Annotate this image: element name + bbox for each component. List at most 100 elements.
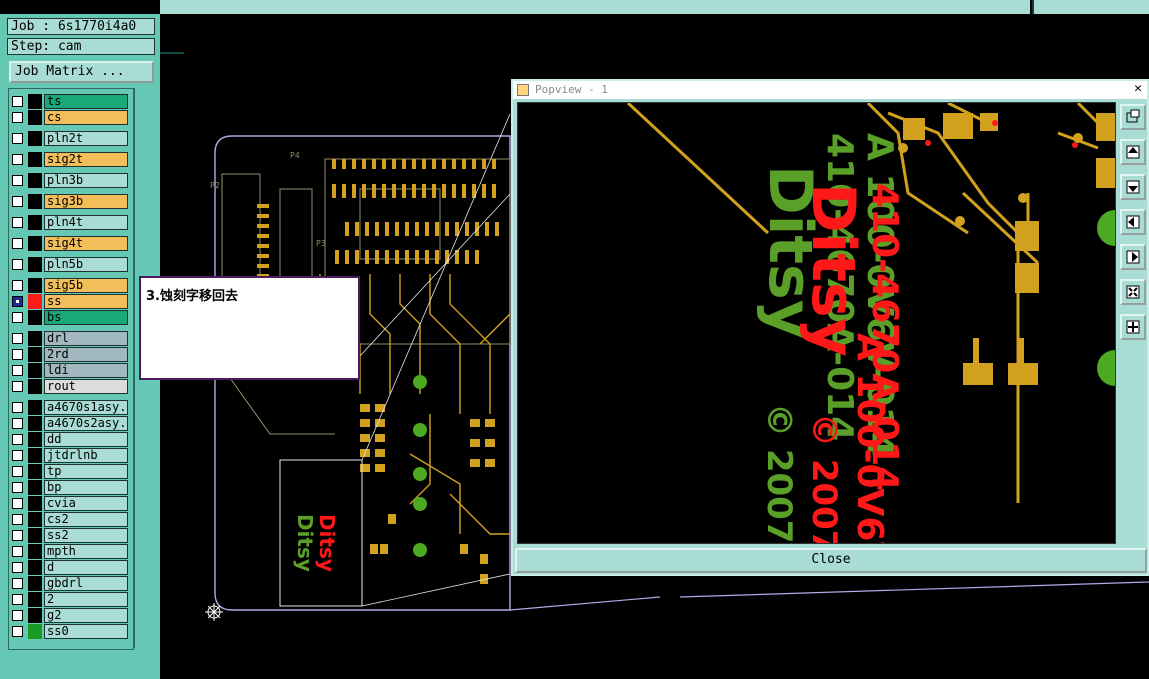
layer-color-swatch[interactable] (28, 331, 42, 346)
pan-left-icon[interactable] (1120, 209, 1146, 235)
layer-color-swatch[interactable] (28, 480, 42, 495)
layer-row[interactable]: dd (10, 432, 128, 447)
layer-color-swatch[interactable] (28, 347, 42, 362)
layer-name[interactable]: cvia (44, 496, 128, 511)
layer-name[interactable]: bp (44, 480, 128, 495)
layer-name[interactable]: rout (44, 379, 128, 394)
layer-color-swatch[interactable] (28, 624, 42, 639)
layer-row[interactable]: 2 (10, 592, 128, 607)
zoom-in-icon[interactable] (1120, 314, 1146, 340)
layer-row[interactable]: g2 (10, 608, 128, 623)
layer-checkbox[interactable] (12, 312, 23, 323)
layer-name[interactable]: sig4t (44, 236, 128, 251)
layer-checkbox[interactable] (12, 546, 23, 557)
layer-row[interactable]: 2rd (10, 347, 128, 362)
layer-color-swatch[interactable] (28, 110, 42, 125)
layer-name[interactable]: pln5b (44, 257, 128, 272)
layer-checkbox[interactable] (12, 349, 23, 360)
layer-color-swatch[interactable] (28, 592, 42, 607)
layer-checkbox[interactable] (12, 514, 23, 525)
layer-color-swatch[interactable] (28, 310, 42, 325)
layer-row[interactable]: d (10, 560, 128, 575)
layer-name[interactable]: sig5b (44, 278, 128, 293)
layer-checkbox[interactable] (12, 594, 23, 605)
layer-checkbox[interactable] (12, 381, 23, 392)
layer-row[interactable]: pln3b (10, 173, 128, 188)
layer-name[interactable]: ss2 (44, 528, 128, 543)
layer-name[interactable]: pln4t (44, 215, 128, 230)
layer-checkbox[interactable] (12, 530, 23, 541)
layer-row[interactable]: ldi (10, 363, 128, 378)
layer-color-swatch[interactable] (28, 278, 42, 293)
layer-name[interactable]: jtdrlnb (44, 448, 128, 463)
layer-row[interactable]: cs2 (10, 512, 128, 527)
layer-row[interactable]: ss (10, 294, 128, 309)
layer-row[interactable]: ss0 (10, 624, 128, 639)
layer-name[interactable]: 2 (44, 592, 128, 607)
layer-name[interactable]: sig2t (44, 152, 128, 167)
layer-row[interactable]: ts (10, 94, 128, 109)
layer-color-swatch[interactable] (28, 94, 42, 109)
layer-color-swatch[interactable] (28, 400, 42, 415)
layer-checkbox[interactable] (12, 154, 23, 165)
zoom-out-icon[interactable] (1120, 279, 1146, 305)
layer-checkbox[interactable] (12, 450, 23, 461)
layer-name[interactable]: ldi (44, 363, 128, 378)
layer-checkbox[interactable] (12, 482, 23, 493)
layer-name[interactable]: pln2t (44, 131, 128, 146)
layer-checkbox[interactable] (12, 434, 23, 445)
layer-name[interactable]: a4670s2asy.l (44, 416, 128, 431)
layer-row[interactable]: bs (10, 310, 128, 325)
layer-row[interactable]: mpth (10, 544, 128, 559)
layer-color-swatch[interactable] (28, 194, 42, 209)
layer-color-swatch[interactable] (28, 512, 42, 527)
layer-row[interactable]: sig2t (10, 152, 128, 167)
layer-checkbox[interactable] (12, 259, 23, 270)
popview-canvas[interactable]: Ditsy 410-4670A-014 A 100-0V6V-014 © 200… (517, 102, 1116, 544)
layer-checkbox[interactable] (12, 175, 23, 186)
pan-up-icon[interactable] (1120, 139, 1146, 165)
layer-checkbox[interactable] (12, 296, 23, 307)
layer-row[interactable]: ss2 (10, 528, 128, 543)
layer-row[interactable]: bp (10, 480, 128, 495)
layer-checkbox[interactable] (12, 466, 23, 477)
layer-color-swatch[interactable] (28, 173, 42, 188)
layer-checkbox[interactable] (12, 96, 23, 107)
layer-checkbox[interactable] (12, 578, 23, 589)
layer-row[interactable]: sig4t (10, 236, 128, 251)
layer-row[interactable]: pln2t (10, 131, 128, 146)
layer-name[interactable]: cs (44, 110, 128, 125)
layer-checkbox[interactable] (12, 112, 23, 123)
layer-name[interactable]: cs2 (44, 512, 128, 527)
job-matrix-button[interactable]: Job Matrix ... (9, 61, 154, 83)
layer-row[interactable]: tp (10, 464, 128, 479)
layer-color-swatch[interactable] (28, 257, 42, 272)
layer-row[interactable]: cvia (10, 496, 128, 511)
layer-name[interactable]: pln3b (44, 173, 128, 188)
layer-color-swatch[interactable] (28, 464, 42, 479)
layer-color-swatch[interactable] (28, 528, 42, 543)
layer-checkbox[interactable] (12, 196, 23, 207)
layer-row[interactable]: jtdrlnb (10, 448, 128, 463)
layer-row[interactable]: a4670s2asy.l (10, 416, 128, 431)
layer-checkbox[interactable] (12, 562, 23, 573)
layer-color-swatch[interactable] (28, 294, 42, 309)
layer-color-swatch[interactable] (28, 496, 42, 511)
layer-name[interactable]: tp (44, 464, 128, 479)
layer-checkbox[interactable] (12, 133, 23, 144)
layer-row[interactable]: cs (10, 110, 128, 125)
layer-row[interactable]: pln4t (10, 215, 128, 230)
layer-color-swatch[interactable] (28, 215, 42, 230)
layer-row[interactable]: gbdrl (10, 576, 128, 591)
layer-checkbox[interactable] (12, 333, 23, 344)
layer-row[interactable]: drl (10, 331, 128, 346)
layer-color-swatch[interactable] (28, 560, 42, 575)
close-button[interactable]: Close (515, 548, 1147, 573)
layer-color-swatch[interactable] (28, 363, 42, 378)
layer-row[interactable]: sig5b (10, 278, 128, 293)
layer-name[interactable]: mpth (44, 544, 128, 559)
layer-name[interactable]: ts (44, 94, 128, 109)
close-icon[interactable]: ✕ (1131, 82, 1145, 96)
layer-color-swatch[interactable] (28, 131, 42, 146)
layer-row[interactable]: a4670s1asy.l (10, 400, 128, 415)
